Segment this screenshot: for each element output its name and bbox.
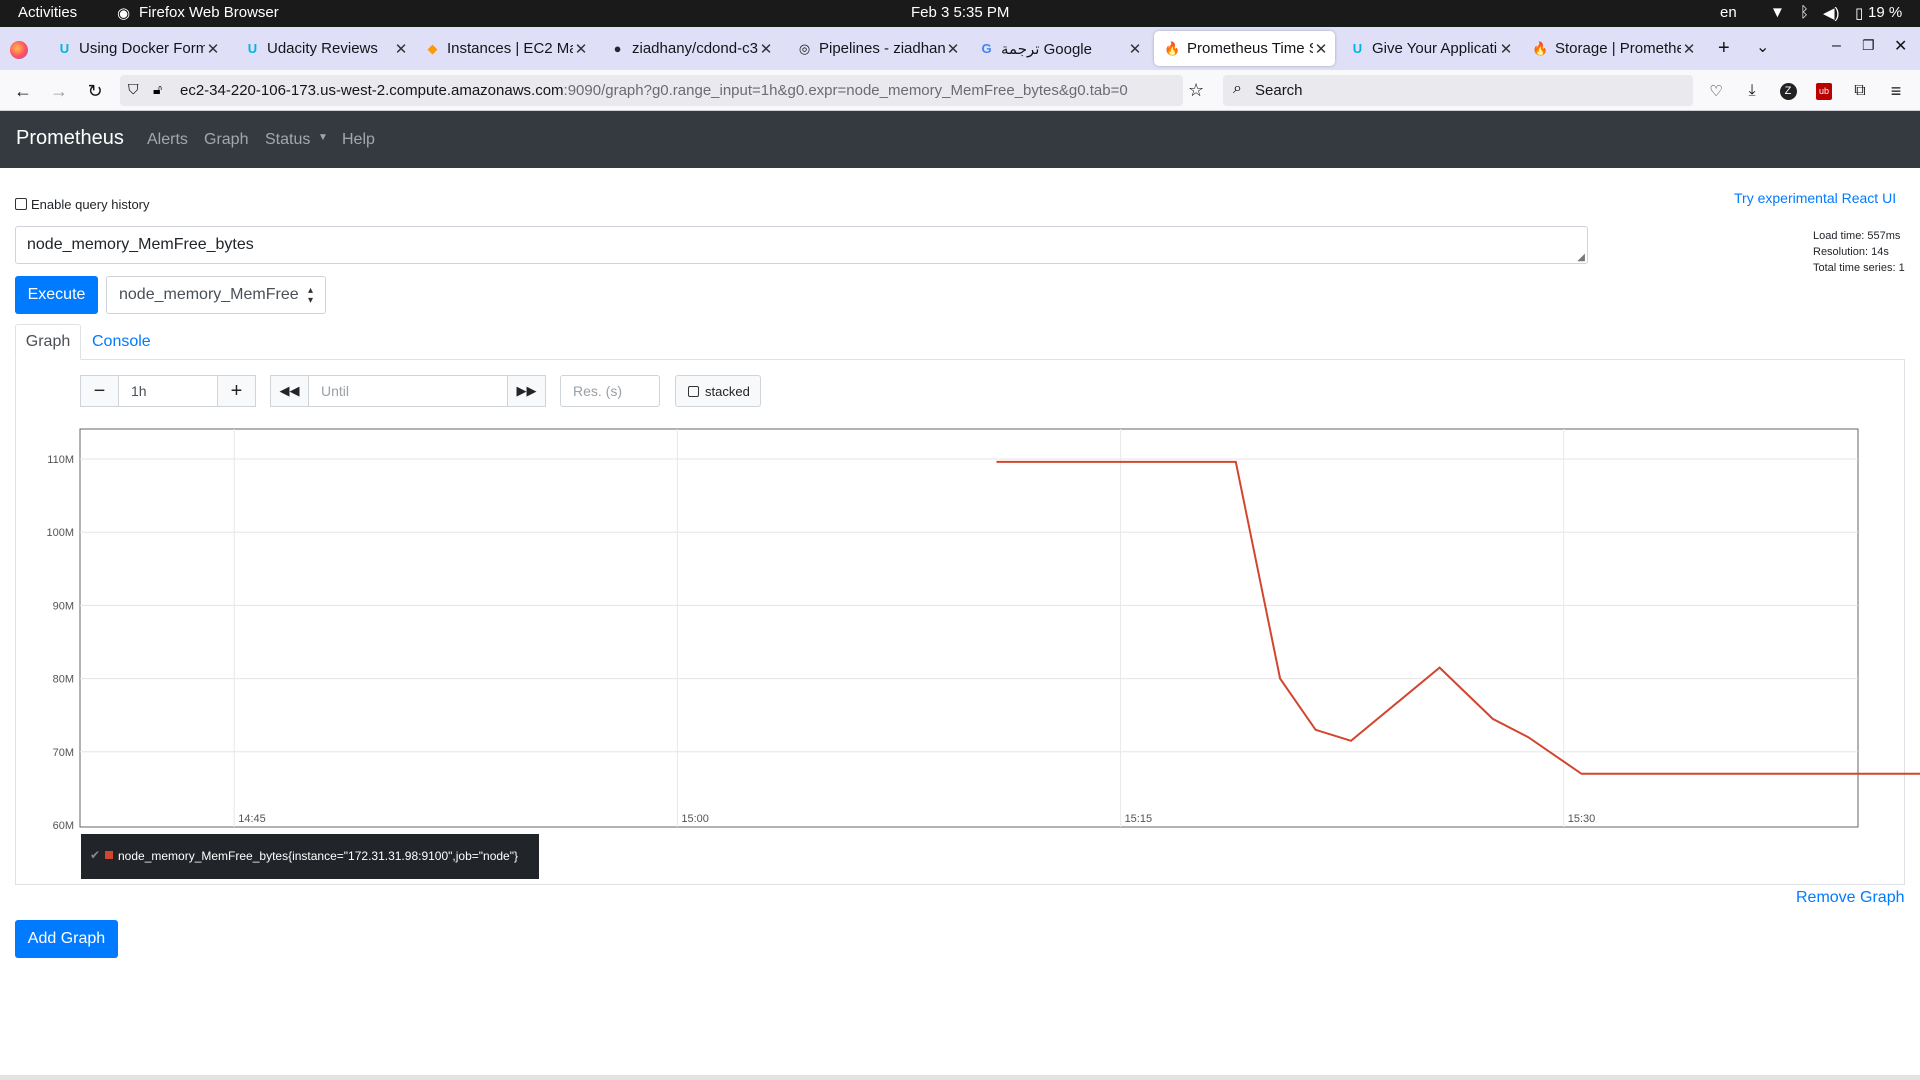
add-graph-button[interactable]: Add Graph	[15, 920, 118, 958]
legend-swatch	[105, 851, 113, 859]
y-tick-label: 110M	[47, 454, 74, 466]
legend-check-icon: ✔	[90, 848, 101, 862]
graph-legend[interactable]: ✔ node_memory_MemFree_bytes{instance="17…	[81, 834, 539, 879]
y-tick-label: 60M	[53, 820, 74, 832]
tab-graph[interactable]: Graph	[15, 324, 81, 360]
y-tick-label: 70M	[53, 747, 74, 759]
x-tick-label: 15:00	[681, 813, 709, 825]
plot-area	[79, 428, 1859, 828]
x-tick-label: 15:30	[1568, 813, 1596, 825]
memory-graph[interactable]: 110M 100M 90M 80M 70M 60M 14:45 15:00 15:15 15:30	[0, 0, 1920, 1080]
remove-graph-link[interactable]: Remove Graph	[1796, 889, 1905, 907]
window-bottom-edge	[0, 1075, 1920, 1080]
y-tick-label: 100M	[46, 527, 74, 539]
x-tick-label: 15:15	[1125, 813, 1153, 825]
y-tick-label: 90M	[53, 600, 74, 612]
x-tick-label: 14:45	[238, 813, 266, 825]
legend-series-label: node_memory_MemFree_bytes{instance="172.…	[118, 849, 518, 863]
y-tick-label: 80M	[53, 674, 74, 686]
